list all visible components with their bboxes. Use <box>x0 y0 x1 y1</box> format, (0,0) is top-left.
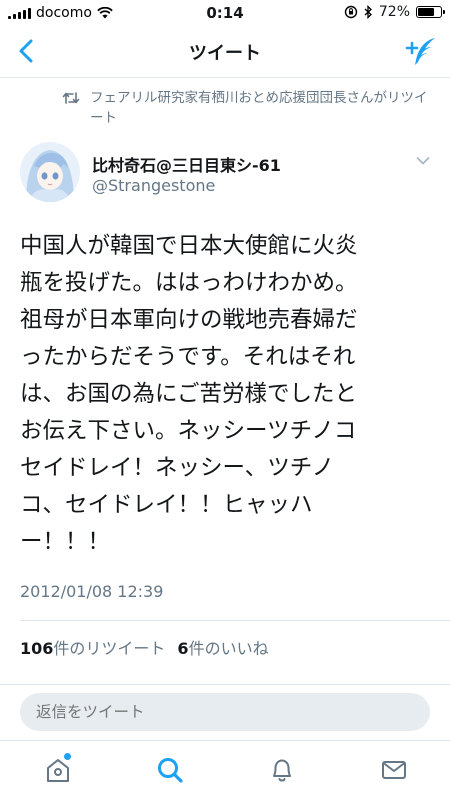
notifications-icon[interactable] <box>267 755 297 785</box>
chevron-down-icon[interactable] <box>416 156 430 166</box>
retweet-context-text: フェアリル研究家有栖川おとめ応援団団長さんがリツイート <box>90 90 428 126</box>
navigation-bar: ツイート <box>0 26 450 78</box>
tab-bar <box>0 740 450 800</box>
page-title: ツイート <box>189 43 261 64</box>
compose-tweet-icon[interactable] <box>404 34 438 68</box>
retweets-count: 106 <box>20 639 54 658</box>
retweets-stat[interactable]: 106件のリツイート <box>20 639 165 658</box>
tweet-text: 中国人が韓国で日本大使館に火炎 瓶を投げた。ははっわけわかめ。 祖母が日本軍向け… <box>20 233 358 555</box>
author-avatar[interactable] <box>20 142 80 202</box>
likes-label: 件のいいね <box>188 639 269 658</box>
author-handle[interactable]: @Strangestone <box>92 176 215 195</box>
tweet-timestamp: 2012/01/08 12:39 <box>20 582 164 601</box>
status-bar: docomo 0:14 72% <box>0 0 450 26</box>
reply-input[interactable] <box>20 693 430 731</box>
home-notification-dot <box>64 753 71 760</box>
retweet-context[interactable]: フェアリル研究家有栖川おとめ応援団団長さんがリツイート <box>62 88 432 128</box>
tweet-stats: 106件のリツイート 6件のいいね <box>20 635 269 659</box>
divider <box>20 620 450 621</box>
avatar-illustration <box>20 142 80 202</box>
status-right: 72% <box>344 4 445 20</box>
battery-percent: 72% <box>378 4 410 20</box>
battery-icon <box>416 6 445 18</box>
author-name[interactable]: 比村奇石@三日目東シ-61 <box>92 152 281 176</box>
bluetooth-icon <box>364 5 372 19</box>
battery-level <box>418 8 434 16</box>
messages-icon[interactable] <box>379 755 409 785</box>
retweets-label: 件のリツイート <box>53 639 166 658</box>
orientation-lock-icon <box>344 5 358 19</box>
likes-count: 6 <box>177 639 189 658</box>
reply-bar <box>0 684 450 740</box>
likes-stat[interactable]: 6件のいいね <box>177 639 268 658</box>
search-icon[interactable] <box>155 755 185 785</box>
